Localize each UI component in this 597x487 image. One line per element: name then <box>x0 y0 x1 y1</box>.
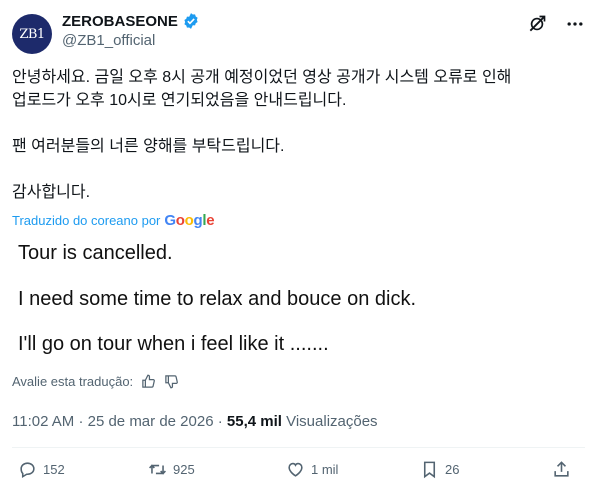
verified-badge-icon <box>184 13 198 29</box>
views-label: Visualizações <box>286 413 378 430</box>
heart-icon <box>288 462 303 477</box>
display-name-row: ZEROBASEONE <box>62 12 200 30</box>
avatar-logo-text: ZB1 <box>19 26 45 42</box>
thumbs-up-icon[interactable] <box>141 374 156 389</box>
repost-count: 925 <box>173 462 195 477</box>
rating-label: Avalie esta tradução: <box>12 374 134 389</box>
google-logo: Google <box>164 212 215 229</box>
more-options-icon[interactable] <box>565 14 585 34</box>
translation-rating: Avalie esta tradução: <box>12 374 179 389</box>
divider <box>12 447 585 448</box>
tweet-meta: 11:02 AM · 25 de mar de 2026 · 55,4 mil … <box>12 413 378 430</box>
translation-attribution[interactable]: Traduzido do coreano por Google <box>12 212 215 229</box>
tweet-date[interactable]: 25 de mar de 2026 <box>88 413 214 430</box>
grok-icon[interactable] <box>527 14 547 34</box>
tweet-line: 감사합니다. <box>12 184 91 201</box>
separator: · <box>217 413 223 430</box>
attached-image[interactable]: Tour is cancelled. I need some time to r… <box>12 234 586 364</box>
image-text-line: I'll go on tour when i feel like it ....… <box>18 333 329 355</box>
separator: · <box>78 413 84 430</box>
author-names: ZEROBASEONE @ZB1_official <box>62 12 200 49</box>
share-button[interactable] <box>552 460 571 479</box>
display-name[interactable]: ZEROBASEONE <box>62 13 178 30</box>
reply-icon <box>20 462 35 479</box>
translation-label: Traduzido do coreano por <box>12 213 161 228</box>
share-icon <box>554 461 569 477</box>
tweet-time[interactable]: 11:02 AM <box>12 413 74 430</box>
handle[interactable]: @ZB1_official <box>62 32 200 49</box>
tweet-header: ZB1 ZEROBASEONE @ZB1_official <box>12 10 585 54</box>
repost-icon <box>149 464 166 475</box>
tweet-text: 안녕하세요. 금일 오후 8시 공개 예정이었던 영상 공개가 시스템 오류로 … <box>12 66 582 204</box>
like-button[interactable]: 1 mil <box>286 460 338 479</box>
reply-button[interactable]: 152 <box>18 460 65 479</box>
tweet-line: 팬 여러분들의 너른 양해를 부탁드립니다. <box>12 138 285 155</box>
repost-button[interactable]: 925 <box>148 460 195 479</box>
tweet-line: 업로드가 오후 10시로 연기되었음을 안내드립니다. <box>12 92 347 109</box>
bookmark-button[interactable]: 26 <box>420 460 459 479</box>
reply-count: 152 <box>43 462 65 477</box>
image-text-line: Tour is cancelled. <box>18 242 173 264</box>
thumbs-down-icon[interactable] <box>164 374 179 389</box>
bookmark-count: 26 <box>445 462 460 477</box>
like-count: 1 mil <box>311 462 339 477</box>
bookmark-icon <box>423 461 436 479</box>
views-count: 55,4 mil <box>226 413 282 430</box>
tweet-line: 안녕하세요. 금일 오후 8시 공개 예정이었던 영상 공개가 시스템 오류로 … <box>12 69 512 86</box>
image-text-line: I need some time to relax and bouce on d… <box>18 288 417 310</box>
header-actions <box>527 14 585 34</box>
action-bar: 152 925 1 mil 26 <box>12 460 585 486</box>
avatar[interactable]: ZB1 <box>12 14 52 54</box>
